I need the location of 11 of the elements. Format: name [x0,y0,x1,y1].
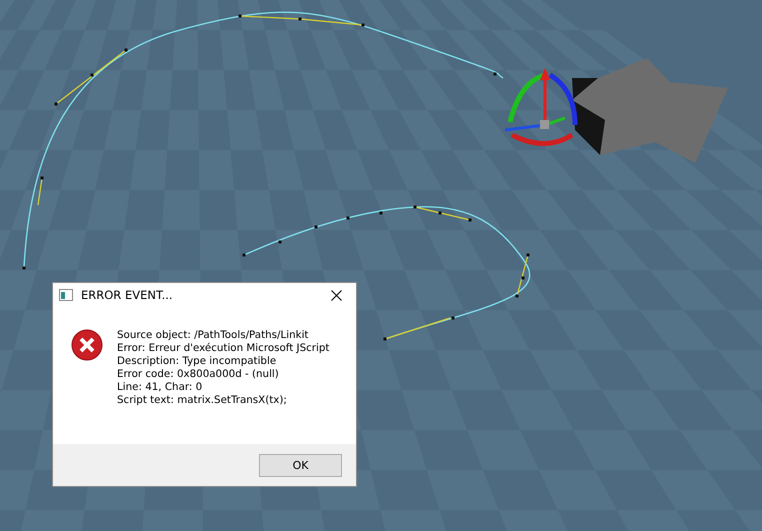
ok-button[interactable]: OK [259,454,342,476]
error-message-line: Script text: matrix.SetTransX(tx); [117,394,288,407]
error-message-line: Description: Type incompatible [117,355,278,368]
error-icon [71,329,103,361]
error-message-line: Error: Erreur d'exécution Microsoft JScript [117,342,330,355]
close-icon [330,290,342,300]
dialog-title: ERROR EVENT... [81,288,174,302]
error-message-line: Source object: /PathTools/Paths/Linkit [117,329,310,342]
error-message-line: Error code: 0x800a000d - (null) [117,368,280,381]
window-app-icon [59,289,73,301]
error-message-line: Line: 41, Char: 0 [117,381,204,394]
